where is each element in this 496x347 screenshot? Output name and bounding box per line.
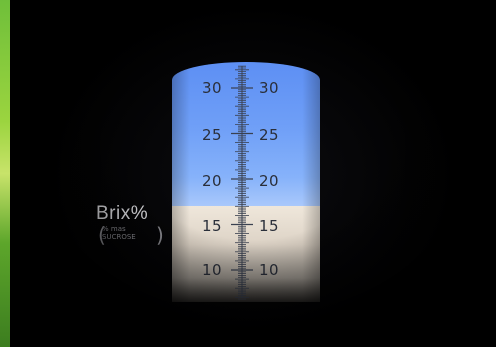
sucrose-sub-label: % mas SUCROSE bbox=[102, 225, 136, 241]
refractometer-view-field: 30 25 20 15 10 30 25 20 15 10 bbox=[172, 62, 320, 302]
sub-label-close-paren: ) bbox=[156, 223, 164, 247]
left-number-30: 30 bbox=[202, 79, 223, 97]
right-number-25: 25 bbox=[259, 126, 280, 144]
left-number-15: 15 bbox=[202, 217, 223, 235]
right-number-10: 10 bbox=[259, 261, 280, 279]
left-number-25: 25 bbox=[202, 126, 223, 144]
background-foliage-edge bbox=[0, 0, 10, 347]
brix-percent-label: Brix% bbox=[96, 203, 149, 224]
left-number-20: 20 bbox=[202, 172, 223, 190]
sub-label-line2: SUCROSE bbox=[102, 233, 136, 241]
right-number-15: 15 bbox=[259, 217, 280, 235]
sub-label-line1: % mas bbox=[102, 225, 126, 233]
right-number-30: 30 bbox=[259, 79, 280, 97]
scale-ticks bbox=[231, 65, 253, 300]
right-number-20: 20 bbox=[259, 172, 280, 190]
left-number-10: 10 bbox=[202, 261, 223, 279]
